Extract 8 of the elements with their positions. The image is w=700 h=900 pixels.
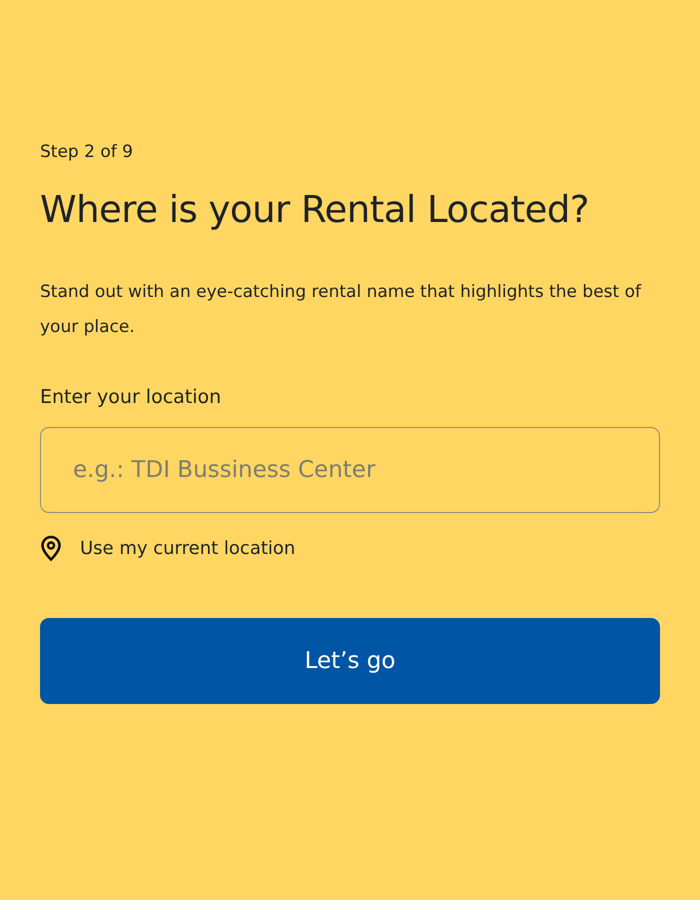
description-text: Stand out with an eye-catching rental name that highlights the best of your place.: [40, 280, 642, 339]
location-input[interactable]: e.g.: TDI Bussiness Center: [40, 427, 660, 514]
location-pin-icon[interactable]: [40, 535, 62, 562]
page-title: Where is your Rental Located?: [40, 188, 590, 232]
submit-button[interactable]: Let’s go: [40, 618, 660, 704]
step-indicator: Step 2 of 9: [40, 141, 134, 164]
current-location-link[interactable]: Use my current location: [80, 535, 296, 562]
field-label: Enter your location: [40, 384, 222, 410]
